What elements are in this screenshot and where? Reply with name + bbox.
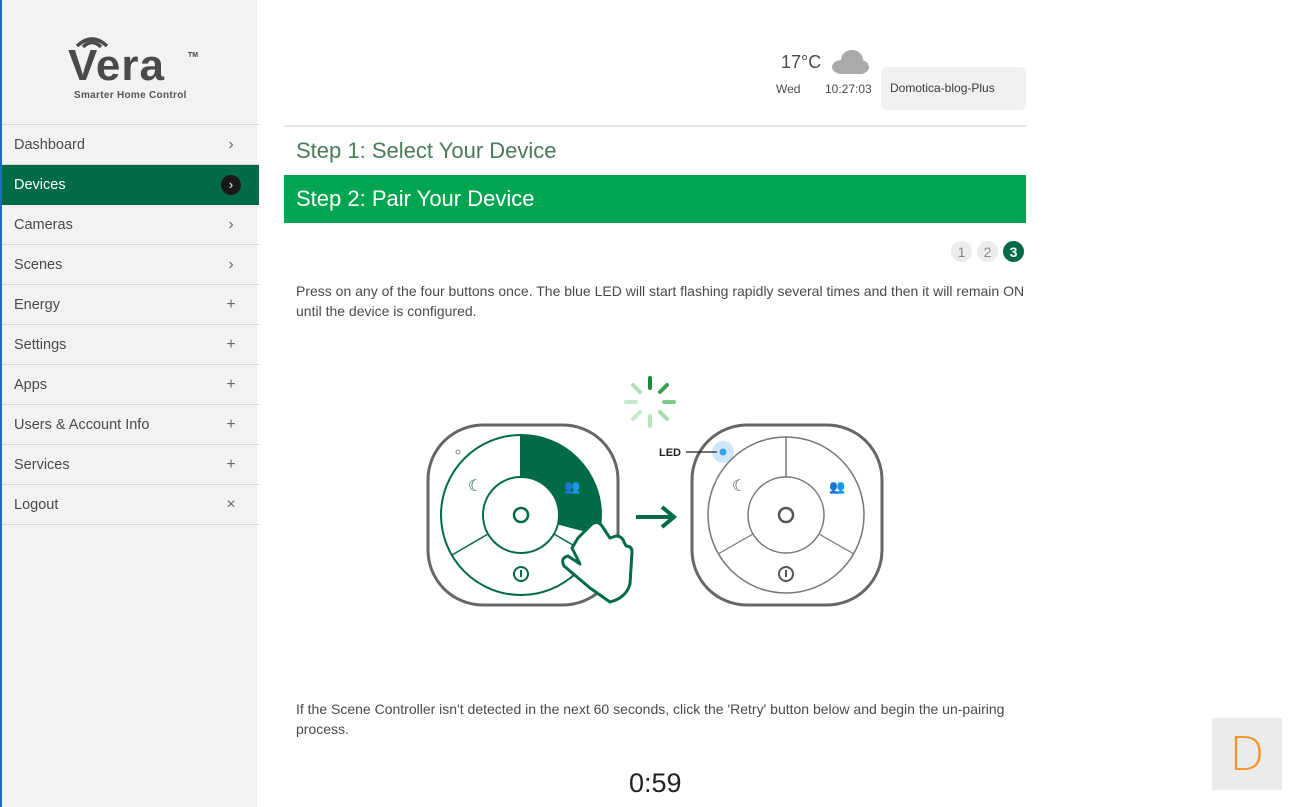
- sidebar-item-label: Energy: [14, 296, 60, 313]
- sidebar-item-users-account-info[interactable]: Users & Account Info +: [2, 405, 259, 445]
- plus-icon: +: [226, 295, 236, 313]
- led-indicator: [719, 448, 727, 456]
- plus-icon: +: [226, 455, 236, 473]
- logo-trademark: TM: [188, 52, 199, 59]
- sidebar-item-label: Settings: [14, 336, 67, 353]
- pairing-instruction: Press on any of the four buttons once. T…: [296, 283, 1025, 319]
- svg-text:☾: ☾: [468, 476, 482, 495]
- page-3[interactable]: 3: [1003, 241, 1024, 262]
- sidebar-item-label: Cameras: [14, 216, 73, 233]
- clock-time: 10:27:03: [825, 82, 872, 96]
- sidebar-item-label: Dashboard: [14, 136, 85, 153]
- corner-badge[interactable]: D: [1212, 718, 1282, 790]
- device-led-illustration: ☾ 👥: [686, 423, 884, 607]
- sidebar-nav: Dashboard › Devices › Cameras › Scenes › Energy +…: [2, 124, 259, 525]
- sidebar-item-devices[interactable]: Devices ›: [2, 165, 259, 205]
- page-1[interactable]: 1: [951, 241, 972, 262]
- chevron-right-icon: ›: [228, 255, 234, 273]
- header-divider: [284, 125, 1026, 127]
- sidebar-item-label: Devices: [14, 176, 66, 193]
- close-icon: ×: [226, 495, 236, 513]
- step1-header[interactable]: Step 1: Select Your Device: [296, 138, 557, 164]
- sidebar-item-services[interactable]: Services +: [2, 445, 259, 485]
- sidebar-item-dashboard[interactable]: Dashboard ›: [2, 125, 259, 165]
- chevron-right-icon: ›: [228, 215, 234, 233]
- page-2[interactable]: 2: [977, 241, 998, 262]
- pairing-illustration: ☾ 👥 ☾ 👥 LED: [426, 376, 884, 607]
- retry-instruction: If the Scene Controller isn't detected i…: [296, 701, 1005, 737]
- step-pager: 1 2 3: [951, 241, 1024, 262]
- account-button[interactable]: Domotica-blog-Plus: [881, 67, 1026, 110]
- loading-spinner-icon: [624, 376, 676, 428]
- sidebar-item-label: Apps: [14, 376, 48, 393]
- logo-tagline: Smarter Home Control: [74, 90, 187, 101]
- arrow-right-icon: [636, 505, 678, 529]
- temperature: 17°C: [781, 52, 822, 72]
- plus-icon: +: [226, 375, 236, 393]
- step2-header[interactable]: Step 2: Pair Your Device: [284, 175, 1026, 223]
- chevron-right-icon: ›: [228, 135, 234, 153]
- led-label: LED: [659, 447, 681, 459]
- sidebar-item-energy[interactable]: Energy +: [2, 285, 259, 325]
- plus-icon: +: [226, 335, 236, 353]
- sidebar-item-label: Logout: [14, 496, 59, 513]
- plus-icon: +: [226, 415, 236, 433]
- countdown-timer: 0:59: [629, 768, 682, 798]
- sidebar-item-label: Services: [14, 456, 70, 473]
- device-pressed-illustration: ☾ 👥: [426, 423, 634, 607]
- svg-text:☾: ☾: [732, 476, 746, 495]
- svg-text:👥: 👥: [829, 480, 845, 495]
- logo-wordmark: Vera: [68, 41, 165, 90]
- cloud-icon: [832, 50, 869, 74]
- sidebar-item-label: Users & Account Info: [14, 416, 150, 433]
- svg-text:👥: 👥: [564, 480, 580, 495]
- vera-logo: Vera TM Smarter Home Control: [2, 0, 259, 124]
- chevron-right-icon: ›: [221, 174, 241, 195]
- sidebar-item-scenes[interactable]: Scenes ›: [2, 245, 259, 285]
- sidebar-item-cameras[interactable]: Cameras ›: [2, 205, 259, 245]
- weekday: Wed: [776, 82, 801, 96]
- sidebar-item-logout[interactable]: Logout ×: [2, 485, 259, 525]
- sidebar-item-apps[interactable]: Apps +: [2, 365, 259, 405]
- sidebar: Vera TM Smarter Home Control Dashboard › D…: [0, 0, 259, 807]
- sidebar-item-label: Scenes: [14, 256, 63, 273]
- sidebar-item-settings[interactable]: Settings +: [2, 325, 259, 365]
